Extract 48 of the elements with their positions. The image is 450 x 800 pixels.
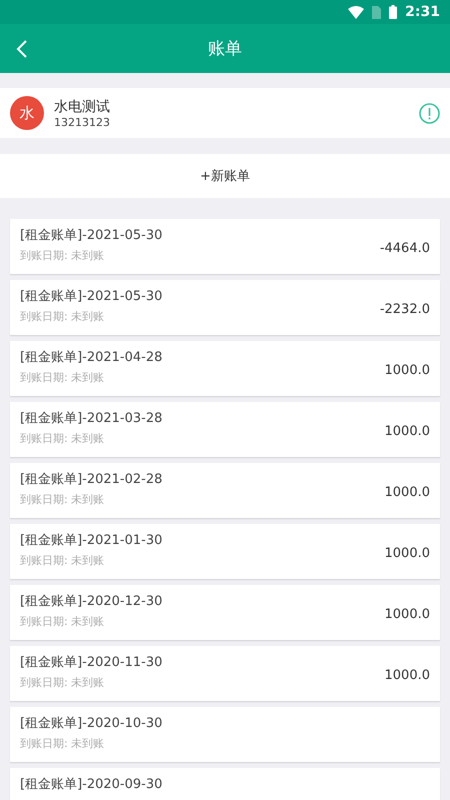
bill-card[interactable]: [租金账单]-2021-04-28 到账日期: 未到账 1000.0 — [10, 341, 440, 396]
bill-amount: 1000.0 — [384, 424, 430, 439]
bill-title: [租金账单]-2021-04-28 — [20, 350, 164, 366]
bill-card[interactable]: [租金账单]-2021-03-28 到账日期: 未到账 1000.0 — [10, 402, 440, 457]
contact-phone: 13213123 — [54, 116, 111, 128]
bill-amount: 1000.0 — [384, 607, 430, 622]
bill-title: [租金账单]-2020-12-30 — [20, 594, 164, 610]
bill-title: [租金账单]-2021-01-30 — [20, 533, 164, 549]
bill-date: 到账日期: 未到账 — [20, 248, 106, 263]
new-bill-button[interactable]: +新账单 — [0, 154, 450, 198]
bill-amount: 1000.0 — [384, 546, 430, 561]
bill-card[interactable]: [租金账单]-2021-01-30 到账日期: 未到账 1000.0 — [10, 524, 440, 579]
bill-amount: -4464.0 — [380, 241, 430, 256]
bill-amount: 1000.0 — [384, 363, 430, 378]
bill-title: [租金账单]-2020-09-30 — [20, 777, 164, 793]
bill-card[interactable]: [租金账单]-2020-10-30 到账日期: 未到账 — [10, 707, 440, 762]
bill-title: [租金账单]-2021-03-28 — [20, 411, 164, 427]
bill-date: 到账日期: 未到账 — [20, 614, 106, 629]
bill-card[interactable]: [租金账单]-2020-11-30 到账日期: 未到账 1000.0 — [10, 646, 440, 701]
contact-name: 水电测试 — [54, 98, 111, 116]
bill-title: [租金账单]-2021-05-30 — [20, 289, 164, 305]
bill-amount: -2232.0 — [380, 302, 430, 317]
bill-date: 到账日期: 未到账 — [20, 492, 106, 507]
bill-date: 到账日期: 未到账 — [20, 431, 106, 446]
no-sim-icon — [372, 6, 382, 18]
bill-date: 到账日期: 未到账 — [20, 553, 106, 568]
status-time: 2:31 — [405, 4, 440, 20]
bill-amount: 1000.0 — [384, 485, 430, 500]
bill-title: [租金账单]-2021-05-30 — [20, 228, 164, 244]
bill-card[interactable]: [租金账单]-2020-09-30 — [10, 768, 440, 800]
battery-icon — [389, 5, 398, 19]
bill-date: 到账日期: 未到账 — [20, 675, 106, 690]
bill-amount: 1000.0 — [384, 668, 430, 683]
bill-date: 到账日期: 未到账 — [20, 309, 106, 324]
bill-card[interactable]: [租金账单]-2020-12-30 到账日期: 未到账 1000.0 — [10, 585, 440, 640]
bill-title: [租金账单]-2020-11-30 — [20, 655, 164, 671]
info-icon[interactable] — [419, 102, 440, 124]
bill-card[interactable]: [租金账单]-2021-02-28 到账日期: 未到账 1000.0 — [10, 463, 440, 518]
back-icon — [16, 38, 28, 58]
bill-card[interactable]: [租金账单]-2021-05-30 到账日期: 未到账 -4464.0 — [10, 219, 440, 274]
bill-title: [租金账单]-2020-10-30 — [20, 716, 164, 732]
wifi-icon — [348, 6, 364, 18]
bill-title: [租金账单]-2021-02-28 — [20, 472, 164, 488]
bill-date: 到账日期: 未到账 — [20, 370, 106, 385]
bill-card[interactable]: [租金账单]-2021-05-30 到账日期: 未到账 -2232.0 — [10, 280, 440, 335]
bill-date: 到账日期: 未到账 — [20, 736, 106, 751]
avatar: 水 — [10, 96, 44, 130]
page-title: 账单 — [208, 38, 242, 60]
